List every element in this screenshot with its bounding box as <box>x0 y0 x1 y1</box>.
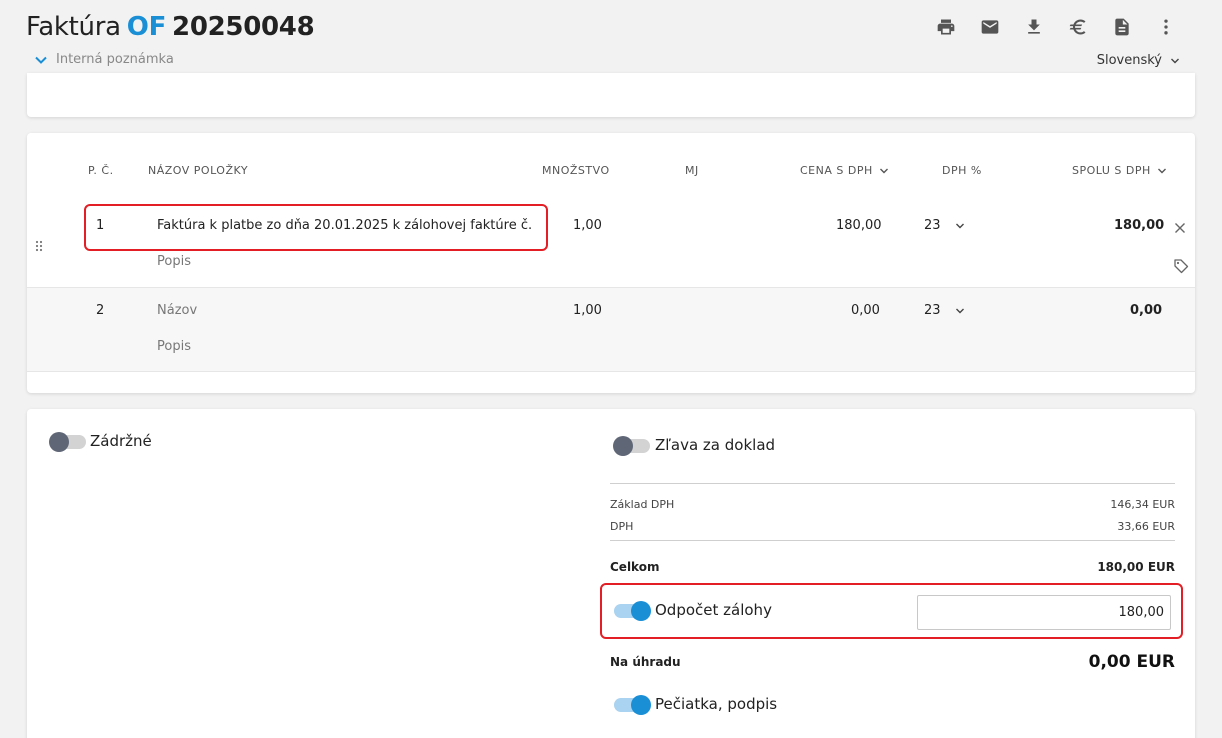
vat-label: DPH <box>610 520 634 533</box>
print-icon <box>937 19 955 35</box>
chevron-down-icon <box>1171 58 1179 63</box>
internal-note-toggle[interactable]: Interná poznámka <box>34 52 174 67</box>
download-button[interactable] <box>1012 16 1056 38</box>
internal-note-card <box>27 73 1195 117</box>
doc-prefix: OF <box>126 12 167 42</box>
discount-label: Zľava za doklad <box>655 436 776 454</box>
col-header-price[interactable]: CENA S DPH <box>800 164 889 177</box>
chevron-down-icon <box>955 223 964 228</box>
col-header-no: P. Č. <box>88 164 114 177</box>
vat-value: 33,66 EUR <box>1117 520 1175 533</box>
item-name-field[interactable]: Názov <box>157 303 197 318</box>
page-title: Faktúra OF 20250048 <box>26 12 315 42</box>
chevron-down-icon <box>955 308 964 313</box>
total-value: 180,00 EUR <box>1097 560 1175 574</box>
col-header-qty: MNOŽSTVO <box>542 164 610 177</box>
vat-base-value: 146,34 EUR <box>1110 498 1175 511</box>
document-icon <box>1115 18 1129 36</box>
doc-type-label: Faktúra <box>26 12 121 42</box>
item-price-field[interactable]: 180,00 <box>836 218 882 233</box>
col-header-name: NÁZOV POLOŽKY <box>148 164 249 177</box>
more-button[interactable] <box>1144 16 1188 38</box>
print-button[interactable] <box>924 16 968 38</box>
language-select[interactable]: Slovenský <box>1097 53 1180 68</box>
more-icon <box>1164 19 1168 35</box>
col-header-price-label: CENA S DPH <box>800 164 873 177</box>
toolbar <box>924 16 1188 38</box>
amount-due-value: 0,00 EUR <box>1088 652 1175 672</box>
discount-toggle[interactable] <box>613 436 650 456</box>
language-value: Slovenský <box>1096 53 1162 68</box>
payment-button[interactable] <box>1056 16 1100 38</box>
item-vat-value: 23 <box>924 303 941 318</box>
item-qty-field[interactable]: 1,00 <box>573 303 602 318</box>
euro-icon <box>1069 19 1086 35</box>
divider <box>610 483 1175 484</box>
amount-due-label: Na úhradu <box>610 655 681 669</box>
col-header-total[interactable]: SPOLU S DPH <box>1072 164 1167 177</box>
stamp-signature-toggle[interactable] <box>614 695 651 715</box>
item-description-field[interactable]: Popis <box>157 339 191 354</box>
internal-note-label: Interná poznámka <box>56 52 174 67</box>
document-button[interactable] <box>1100 16 1144 38</box>
chevron-down-icon <box>879 168 888 173</box>
toggle-knob <box>631 695 651 715</box>
item-vat-select[interactable]: 23 <box>924 303 965 318</box>
col-header-vat: DPH % <box>942 164 982 177</box>
table-row <box>27 288 1195 372</box>
chevron-down-icon <box>1157 168 1166 173</box>
item-vat-select[interactable]: 23 <box>924 218 965 233</box>
divider <box>610 540 1175 541</box>
highlight-annotation <box>84 204 548 251</box>
col-header-unit: MJ <box>685 164 699 177</box>
row-number: 2 <box>96 303 105 318</box>
item-total: 0,00 <box>1130 303 1163 318</box>
download-icon <box>1028 19 1040 34</box>
email-button[interactable] <box>968 16 1012 38</box>
item-qty-field[interactable]: 1,00 <box>573 218 602 233</box>
tag-icon[interactable] <box>1173 258 1189 274</box>
mail-icon <box>981 20 999 34</box>
item-total: 180,00 <box>1114 218 1165 233</box>
retention-toggle[interactable] <box>49 432 86 452</box>
retention-label: Zádržné <box>90 432 152 450</box>
chevron-down-icon <box>35 56 47 64</box>
item-price-field[interactable]: 0,00 <box>851 303 880 318</box>
close-icon[interactable] <box>1173 221 1187 235</box>
drag-handle-icon[interactable] <box>35 240 43 252</box>
col-header-total-label: SPOLU S DPH <box>1072 164 1151 177</box>
total-label: Celkom <box>610 560 660 574</box>
vat-base-label: Základ DPH <box>610 498 675 511</box>
toggle-knob <box>49 432 69 452</box>
item-vat-value: 23 <box>924 218 941 233</box>
highlight-annotation <box>600 583 1183 639</box>
item-description-field[interactable]: Popis <box>157 254 191 269</box>
doc-number: 20250048 <box>172 12 315 42</box>
toggle-knob <box>613 436 633 456</box>
stamp-signature-label: Pečiatka, podpis <box>655 695 778 713</box>
